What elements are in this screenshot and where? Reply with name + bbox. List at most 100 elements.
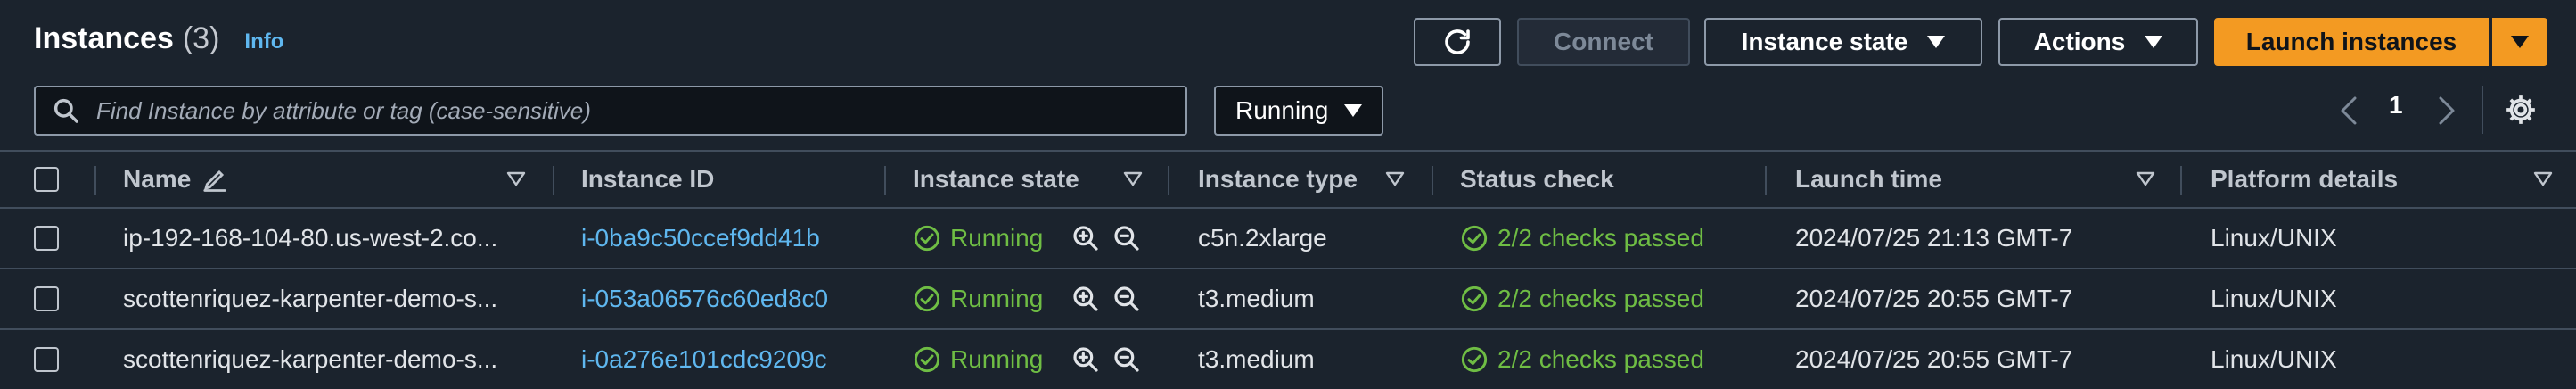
- chevron-left-icon[interactable]: [2337, 95, 2360, 127]
- instance-state-text: Running: [950, 345, 1044, 373]
- refresh-button[interactable]: [1414, 18, 1501, 66]
- check-circle-icon: [914, 346, 940, 373]
- caret-down-icon: [1927, 36, 1946, 48]
- instance-type: t3.medium: [1198, 345, 1315, 373]
- caret-down-icon: [2145, 36, 2163, 48]
- status-check-cell: 2/2 checks passed: [1460, 330, 1704, 389]
- check-circle-icon: [914, 286, 940, 312]
- zoom-in-icon[interactable]: [1071, 224, 1100, 252]
- actions-dropdown[interactable]: Actions: [1998, 18, 2198, 66]
- table-header: Name Instance ID Instance state Instance…: [0, 150, 2576, 209]
- launch-time: 2024/07/25 21:13 GMT-7: [1795, 224, 2073, 252]
- table-row[interactable]: ip-192-168-104-80.us-west-2.co... i-0ba9…: [0, 209, 2576, 269]
- check-circle-icon: [1461, 286, 1488, 312]
- check-circle-icon: [914, 225, 940, 252]
- caret-down-icon: [2511, 36, 2529, 48]
- column-header-instance-state[interactable]: Instance state: [913, 152, 1079, 207]
- column-name-label: Name: [123, 165, 192, 193]
- edit-pencil-icon: [203, 170, 226, 192]
- platform-details: Linux/UNIX: [2211, 224, 2337, 252]
- select-all-cell[interactable]: [34, 152, 59, 207]
- column-divider: [884, 166, 886, 194]
- actions-label: Actions: [2033, 28, 2126, 55]
- select-all-checkbox[interactable]: [34, 167, 59, 192]
- column-divider: [1765, 166, 1767, 194]
- state-filter-select[interactable]: Running: [1214, 86, 1383, 136]
- instance-count: (3): [182, 21, 220, 55]
- launch-time: 2024/07/25 20:55 GMT-7: [1795, 285, 2073, 312]
- sort-caret-icon[interactable]: [2136, 171, 2155, 187]
- status-check-cell: 2/2 checks passed: [1460, 209, 1704, 268]
- page-title: Instances (3) Info: [34, 21, 283, 56]
- column-header-launch-time[interactable]: Launch time: [1795, 152, 1942, 207]
- table-row[interactable]: scottenriquez-karpenter-demo-s... i-0a27…: [0, 330, 2576, 389]
- instance-state-dropdown[interactable]: Instance state: [1704, 18, 1982, 66]
- column-divider: [94, 166, 96, 194]
- column-header-instance-id[interactable]: Instance ID: [581, 152, 714, 207]
- search-input[interactable]: [94, 95, 1185, 126]
- column-divider: [2180, 166, 2182, 194]
- launch-options-button[interactable]: [2492, 18, 2547, 66]
- state-filter-value: Running: [1235, 96, 1329, 124]
- row-checkbox-cell[interactable]: [34, 269, 59, 328]
- zoom-out-icon[interactable]: [1112, 345, 1141, 374]
- platform-details: Linux/UNIX: [2211, 285, 2337, 312]
- pager-divider: [2482, 86, 2483, 134]
- instance-id-link[interactable]: i-053a06576c60ed8c0: [581, 269, 828, 328]
- zoom-out-icon[interactable]: [1112, 285, 1141, 313]
- page-title-text: Instances: [34, 21, 174, 55]
- instance-state-cell: Running: [913, 269, 1141, 328]
- page-number[interactable]: 1: [2389, 91, 2403, 120]
- zoom-in-icon[interactable]: [1071, 285, 1100, 313]
- row-checkbox-cell[interactable]: [34, 330, 59, 389]
- search-box[interactable]: [34, 86, 1187, 136]
- instances-table: Name Instance ID Instance state Instance…: [0, 150, 2576, 389]
- refresh-icon: [1445, 29, 1470, 54]
- sort-caret-icon[interactable]: [1385, 171, 1405, 187]
- zoom-in-icon[interactable]: [1071, 345, 1100, 374]
- column-header-name[interactable]: Name: [123, 152, 228, 207]
- instance-id-link[interactable]: i-0a276e101cdc9209c: [581, 330, 827, 389]
- instance-state-cell: Running: [913, 330, 1141, 389]
- caret-down-icon: [1344, 104, 1362, 117]
- instance-state-cell: Running: [913, 209, 1141, 268]
- connect-button[interactable]: Connect: [1517, 18, 1690, 66]
- column-header-status-check[interactable]: Status check: [1460, 152, 1614, 207]
- chevron-right-icon[interactable]: [2435, 95, 2458, 127]
- status-check-text[interactable]: 2/2 checks passed: [1497, 285, 1704, 313]
- column-header-platform-details[interactable]: Platform details: [2211, 152, 2398, 207]
- row-checkbox[interactable]: [34, 286, 59, 311]
- check-circle-icon: [1461, 346, 1488, 373]
- instance-state-text: Running: [950, 285, 1044, 312]
- column-header-instance-type[interactable]: Instance type: [1198, 152, 1358, 207]
- sort-caret-icon[interactable]: [2533, 171, 2553, 187]
- status-check-cell: 2/2 checks passed: [1460, 269, 1704, 328]
- gear-icon[interactable]: [2503, 92, 2539, 128]
- column-divider: [1432, 166, 1433, 194]
- launch-instances-button[interactable]: Launch instances: [2214, 18, 2489, 66]
- status-check-text[interactable]: 2/2 checks passed: [1497, 224, 1704, 252]
- launch-time: 2024/07/25 20:55 GMT-7: [1795, 345, 2073, 373]
- search-icon: [53, 98, 78, 123]
- zoom-out-icon[interactable]: [1112, 224, 1141, 252]
- instance-type: t3.medium: [1198, 285, 1315, 312]
- row-checkbox-cell[interactable]: [34, 209, 59, 268]
- row-checkbox[interactable]: [34, 226, 59, 251]
- instance-name: scottenriquez-karpenter-demo-s...: [123, 285, 498, 312]
- instance-type: c5n.2xlarge: [1198, 224, 1327, 252]
- column-divider: [553, 166, 554, 194]
- instance-state-label: Instance state: [1741, 28, 1908, 55]
- instance-name: scottenriquez-karpenter-demo-s...: [123, 345, 498, 373]
- check-circle-icon: [1461, 225, 1488, 252]
- instance-name: ip-192-168-104-80.us-west-2.co...: [123, 224, 498, 252]
- table-row[interactable]: scottenriquez-karpenter-demo-s... i-053a…: [0, 269, 2576, 330]
- sort-caret-icon[interactable]: [1123, 171, 1143, 187]
- instance-id-link[interactable]: i-0ba9c50ccef9dd41b: [581, 209, 820, 268]
- instance-state-text: Running: [950, 224, 1044, 252]
- column-divider: [1168, 166, 1169, 194]
- info-link[interactable]: Info: [244, 29, 283, 54]
- sort-caret-icon[interactable]: [506, 171, 526, 187]
- platform-details: Linux/UNIX: [2211, 345, 2337, 373]
- status-check-text[interactable]: 2/2 checks passed: [1497, 345, 1704, 374]
- row-checkbox[interactable]: [34, 347, 59, 372]
